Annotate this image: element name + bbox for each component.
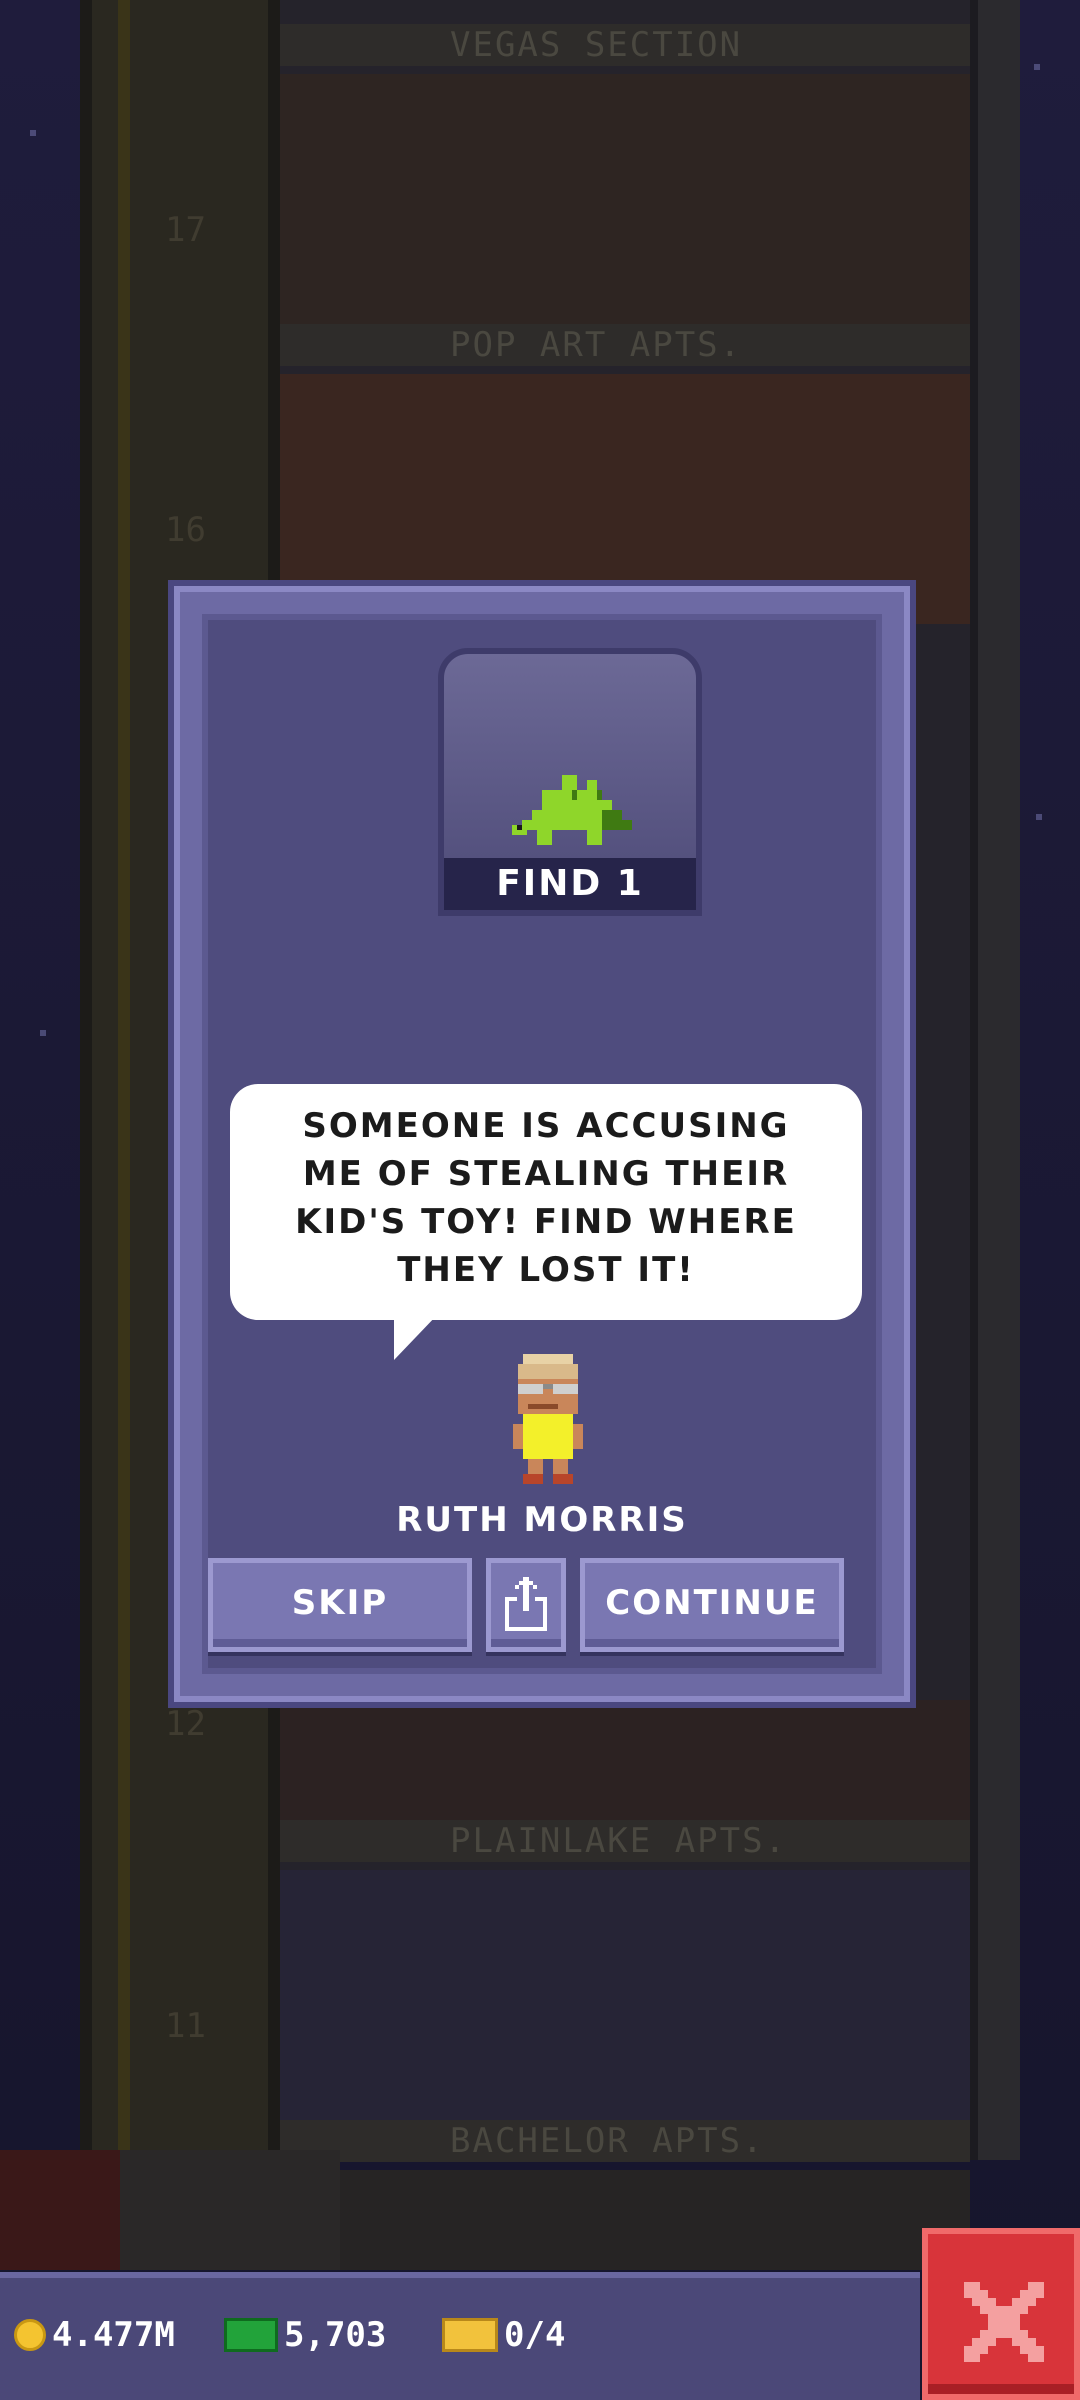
- skip-button[interactable]: SKIP: [208, 1558, 472, 1652]
- character-avatar: [513, 1354, 583, 1484]
- close-button[interactable]: [922, 2228, 1080, 2400]
- tickets-counter[interactable]: 0/4: [442, 2310, 565, 2360]
- tickets-value: 0/4: [504, 2315, 566, 2355]
- status-bar: 4.477M 5,703 0/4: [0, 2272, 920, 2400]
- bux-value: 5,703: [284, 2315, 387, 2355]
- close-icon: [964, 2282, 1044, 2362]
- mission-dialog-panel: FIND 1 SOMEONE IS ACCUSING ME OF STEALIN…: [202, 614, 882, 1674]
- ticket-icon: [442, 2318, 498, 2352]
- coin-icon: [14, 2319, 46, 2351]
- speech-bubble: SOMEONE IS ACCUSING ME OF STEALING THEIR…: [230, 1084, 862, 1320]
- coins-counter[interactable]: 4.477M: [14, 2310, 175, 2360]
- bux-counter[interactable]: 5,703: [224, 2310, 386, 2360]
- character-name: RUTH MORRIS: [396, 1500, 688, 1540]
- mission-dialog: FIND 1 SOMEONE IS ACCUSING ME OF STEALIN…: [174, 586, 910, 1702]
- mission-goal-caption: FIND 1: [444, 858, 696, 910]
- coins-value: 4.477M: [52, 2315, 175, 2355]
- green-stegosaurus-toy-icon: [512, 775, 632, 845]
- share-button[interactable]: [486, 1558, 566, 1652]
- share-icon: [505, 1577, 547, 1631]
- speech-bubble-tail: [394, 1314, 438, 1360]
- mission-item-box: FIND 1: [438, 648, 702, 916]
- continue-button[interactable]: CONTINUE: [580, 1558, 844, 1652]
- bux-icon: [224, 2318, 278, 2352]
